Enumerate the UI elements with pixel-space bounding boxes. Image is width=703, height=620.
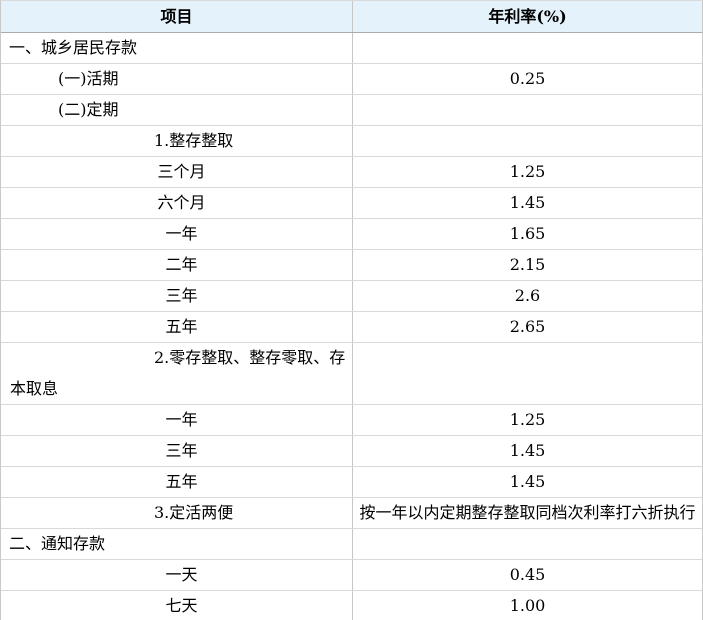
item-cell: 一、城乡居民存款 [1,33,353,63]
item-cell: 二年 [1,250,353,280]
item-cell: 二、通知存款 [1,529,353,559]
table-row: 二年 2.15 [1,250,702,281]
table-row: (二)定期 [1,95,702,126]
rate-cell [353,529,702,559]
item-cell: 1.整存整取 [1,126,353,156]
rate-cell: 1.00 [353,591,702,620]
rate-cell: 0.25 [353,64,702,94]
deposit-rates-table: 项目 年利率(%) 一、城乡居民存款 (一)活期 0.25 (二)定期 1.整存… [0,0,703,620]
table-row: 一年 1.65 [1,219,702,250]
table-row: 一天 0.45 [1,560,702,591]
table-row: 六个月 1.45 [1,188,702,219]
rate-cell: 1.25 [353,157,702,187]
item-cell: 三年 [1,436,353,466]
rate-cell: 2.65 [353,312,702,342]
rate-cell [353,343,702,404]
rate-cell: 1.45 [353,436,702,466]
rate-cell: 1.65 [353,219,702,249]
rate-cell: 按一年以内定期整存整取同档次利率打六折执行 [353,498,702,528]
table-row: (一)活期 0.25 [1,64,702,95]
table-row: 五年 2.65 [1,312,702,343]
item-cell: (二)定期 [1,95,353,125]
table-row: 3.定活两便 按一年以内定期整存整取同档次利率打六折执行 [1,498,702,529]
item-cell: 一年 [1,219,353,249]
rate-cell: 2.15 [353,250,702,280]
rate-cell: 0.45 [353,560,702,590]
table-row: 一、城乡居民存款 [1,33,702,64]
table-row: 三个月 1.25 [1,157,702,188]
rate-cell: 1.45 [353,467,702,497]
item-cell: 五年 [1,312,353,342]
table-row: 三年 1.45 [1,436,702,467]
table-header-row: 项目 年利率(%) [1,1,702,33]
header-rate-column: 年利率(%) [353,1,702,32]
table-row: 1.整存整取 [1,126,702,157]
header-item-column: 项目 [1,1,353,32]
table-row: 五年 1.45 [1,467,702,498]
table-row: 三年 2.6 [1,281,702,312]
item-cell: 3.定活两便 [1,498,353,528]
item-cell: 2.零存整取、整存零取、存本取息 [1,343,353,404]
item-cell: 六个月 [1,188,353,218]
rate-cell: 1.25 [353,405,702,435]
rate-cell [353,33,702,63]
rate-cell [353,126,702,156]
table-row: 二、通知存款 [1,529,702,560]
rate-cell: 2.6 [353,281,702,311]
table-row: 一年 1.25 [1,405,702,436]
item-cell: (一)活期 [1,64,353,94]
item-cell: 三个月 [1,157,353,187]
item-cell: 一年 [1,405,353,435]
item-cell: 三年 [1,281,353,311]
table-row: 2.零存整取、整存零取、存本取息 [1,343,702,405]
item-cell: 五年 [1,467,353,497]
item-cell: 七天 [1,591,353,620]
table-row: 七天 1.00 [1,591,702,620]
rate-cell [353,95,702,125]
rate-cell: 1.45 [353,188,702,218]
item-cell: 一天 [1,560,353,590]
